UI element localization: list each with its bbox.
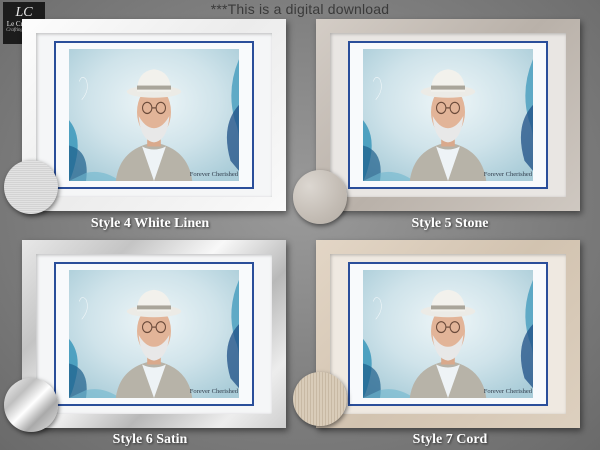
digital-download-banner: ***This is a digital download bbox=[210, 1, 390, 17]
style-label: Style 7 Cord bbox=[412, 432, 488, 447]
portrait-photo bbox=[69, 49, 239, 181]
photo-border: Forever Cherished bbox=[54, 41, 254, 189]
photo-border: Forever Cherished bbox=[348, 262, 548, 406]
photo-caption: Forever Cherished bbox=[189, 388, 238, 395]
frame-mat: Forever Cherished bbox=[330, 33, 566, 197]
photo-caption: Forever Cherished bbox=[483, 388, 532, 395]
style-label: Style 6 Satin bbox=[112, 432, 188, 447]
frame-style-5-stone: Forever Cherished bbox=[316, 19, 580, 211]
photo-border: Forever Cherished bbox=[348, 41, 548, 189]
white-linen-texture-swatch bbox=[4, 160, 58, 214]
frame-mat: Forever Cherished bbox=[36, 33, 272, 197]
portrait-photo bbox=[363, 270, 533, 398]
style-label: Style 4 White Linen bbox=[90, 216, 210, 231]
photo-border: Forever Cherished bbox=[54, 262, 254, 406]
frame-style-6-satin: Forever Cherished bbox=[22, 240, 286, 428]
portrait-photo bbox=[69, 270, 239, 398]
satin-texture-swatch bbox=[4, 378, 58, 432]
logo-monogram: LC bbox=[15, 5, 33, 20]
photo-caption: Forever Cherished bbox=[483, 171, 532, 178]
frame-mat: Forever Cherished bbox=[330, 254, 566, 414]
frame-style-4-white-linen: Forever Cherished bbox=[22, 19, 286, 211]
portrait-photo bbox=[363, 49, 533, 181]
style-label: Style 5 Stone bbox=[411, 216, 489, 231]
cord-texture-swatch bbox=[293, 372, 347, 426]
photo-caption: Forever Cherished bbox=[189, 171, 238, 178]
frame-style-7-cord: Forever Cherished bbox=[316, 240, 580, 428]
frame-mat: Forever Cherished bbox=[36, 254, 272, 414]
